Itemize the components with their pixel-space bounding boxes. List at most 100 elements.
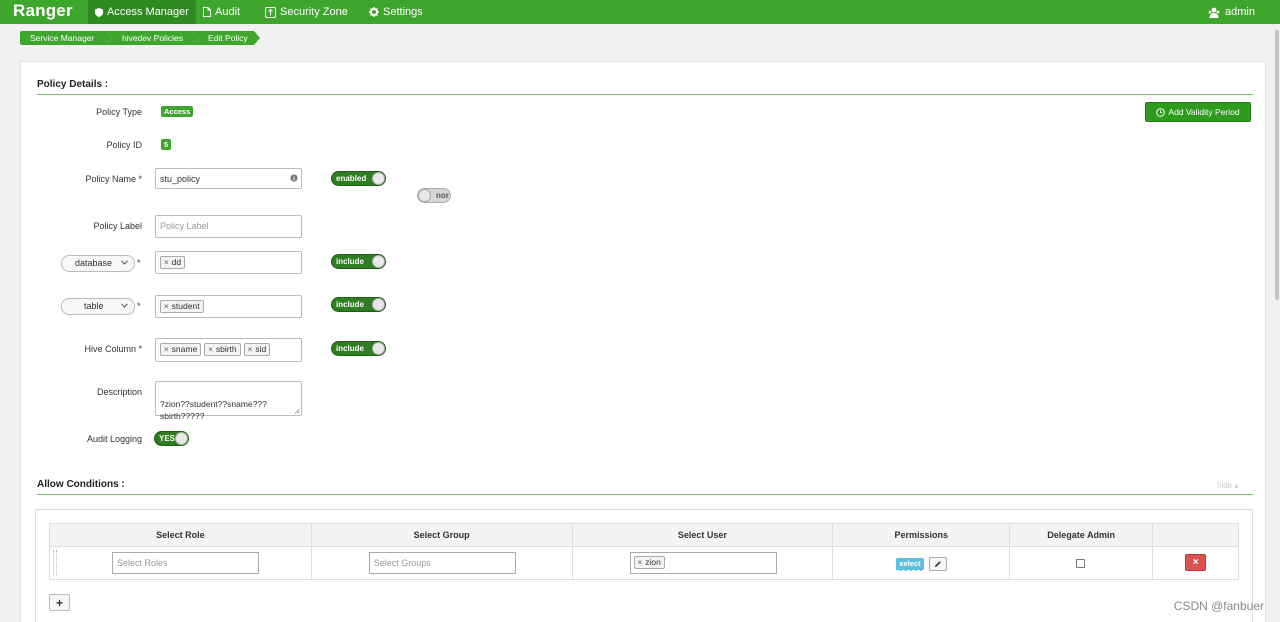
close-icon: × <box>1192 557 1199 568</box>
nav-audit-label: Audit <box>215 6 241 18</box>
nav-settings[interactable]: Settings <box>362 0 430 24</box>
policy-id-label: Policy ID <box>106 140 142 150</box>
caret-up-icon: ▴ <box>1234 481 1239 490</box>
cell-user: × zion <box>571 546 834 580</box>
description-textarea[interactable]: ?zion??student??sname??? sbirth????? <box>155 381 302 421</box>
zone-icon <box>265 6 276 18</box>
cell-actions: × <box>1152 546 1239 580</box>
policy-enabled-toggle[interactable]: enabled <box>331 171 386 186</box>
hide-link-text: hide <box>1217 481 1233 490</box>
nav-settings-label: Settings <box>383 6 423 18</box>
policy-label-placeholder: Policy Label <box>160 221 209 231</box>
resize-handle-icon[interactable] <box>294 408 300 414</box>
remove-tag-icon[interactable]: × <box>164 302 169 311</box>
required-mark: * <box>137 258 141 268</box>
tag-chip[interactable]: × sid <box>243 343 271 356</box>
hive-column-tag-input[interactable]: × sname × sbirth × sid <box>155 338 302 362</box>
policy-details-divider <box>37 94 1253 95</box>
remove-tag-icon[interactable]: × <box>208 345 213 354</box>
tag-chip[interactable]: × dd <box>160 256 186 269</box>
policy-name-value: stu_policy <box>160 174 201 184</box>
tag-value: student <box>171 301 200 311</box>
tag-value: dd <box>171 257 182 267</box>
pencil-icon <box>935 561 942 567</box>
tag-chip[interactable]: × zion <box>633 556 665 569</box>
toggle-knob <box>372 255 385 268</box>
remove-tag-icon[interactable]: × <box>638 558 643 567</box>
breadcrumb-policies[interactable]: hivedev Policies <box>106 31 199 45</box>
select-users-input[interactable]: × zion <box>629 552 777 574</box>
resource-type-select-table[interactable]: table <box>61 298 135 315</box>
info-icon[interactable] <box>290 174 298 182</box>
add-condition-button[interactable]: + <box>49 594 70 611</box>
policy-form-panel: Policy Details : Policy Type Access Add … <box>20 61 1266 622</box>
required-mark: * <box>137 301 141 311</box>
database-tag-input[interactable]: × dd <box>155 251 302 274</box>
clock-icon <box>1156 107 1166 117</box>
tag-value: zion <box>645 557 661 567</box>
edit-permissions-button[interactable] <box>929 557 948 571</box>
shield-icon <box>95 7 103 17</box>
col-select-role: Select Role <box>49 523 312 547</box>
add-validity-period-button[interactable]: Add Validity Period <box>1145 102 1251 122</box>
select-roles-placeholder: Select Roles <box>117 558 168 568</box>
audit-logging-toggle[interactable]: YES <box>154 431 189 446</box>
breadcrumb: Service Manager hivedev Policies Edit Po… <box>20 31 260 45</box>
policy-type-label: Policy Type <box>96 107 142 117</box>
file-icon <box>203 7 211 17</box>
database-include-toggle[interactable]: include <box>331 254 386 269</box>
allow-conditions-title: Allow Conditions : <box>37 479 125 490</box>
permission-badge[interactable]: select <box>896 558 924 571</box>
chevron-down-icon <box>121 303 128 308</box>
hive-column-label: Hive Column * <box>84 344 142 354</box>
page-scrollbar[interactable] <box>1274 24 1280 622</box>
col-select-group: Select Group <box>310 523 573 547</box>
tag-chip[interactable]: × sbirth <box>204 343 241 356</box>
nav-access-manager[interactable]: Access Manager <box>88 0 196 24</box>
cell-role: Select Roles <box>49 546 312 580</box>
user-name: admin <box>1225 6 1255 18</box>
tag-value: sname <box>171 344 198 354</box>
toggle-knob <box>372 172 385 185</box>
cell-delegate-admin <box>1009 546 1154 580</box>
brand-logo[interactable]: Ranger <box>13 1 73 21</box>
allow-conditions-table: Select Role Select Group Select User Per… <box>49 523 1239 580</box>
tag-chip[interactable]: × sname <box>160 343 202 356</box>
tag-value: sid <box>255 344 267 354</box>
remove-tag-icon[interactable]: × <box>164 258 169 267</box>
policy-label-label: Policy Label <box>93 221 142 231</box>
table-header-row: Select Role Select Group Select User Per… <box>49 523 1239 547</box>
remove-tag-icon[interactable]: × <box>164 345 169 354</box>
remove-tag-icon[interactable]: × <box>248 345 253 354</box>
audit-logging-text: YES <box>159 434 176 443</box>
policy-label-input[interactable]: Policy Label <box>155 215 302 238</box>
policy-enabled-text: enabled <box>336 174 367 183</box>
policy-name-input[interactable]: stu_policy <box>155 168 302 189</box>
table-include-toggle[interactable]: include <box>331 297 386 312</box>
nav-audit[interactable]: Audit <box>196 0 247 24</box>
select-groups-input[interactable]: Select Groups <box>368 552 516 574</box>
hide-conditions-link[interactable]: hide ▴ <box>1217 481 1238 490</box>
hive-column-include-text: include <box>336 344 365 353</box>
tag-value: sbirth <box>215 344 237 354</box>
table-include-text: include <box>336 300 365 309</box>
table-tag-input[interactable]: × student <box>155 295 302 318</box>
tag-chip[interactable]: × student <box>160 300 204 313</box>
delegate-admin-checkbox[interactable] <box>1076 559 1086 568</box>
breadcrumb-edit-policy: Edit Policy <box>193 31 260 45</box>
drag-handle-icon[interactable] <box>53 550 57 576</box>
policy-override-toggle[interactable]: nor <box>417 188 451 203</box>
nav-security-zone-label: Security Zone <box>280 6 348 18</box>
delete-row-button[interactable]: × <box>1185 554 1207 571</box>
col-select-user: Select User <box>571 523 834 547</box>
policy-name-label: Policy Name * <box>85 174 142 184</box>
select-roles-input[interactable]: Select Roles <box>112 552 259 574</box>
policy-id-badge: 5 <box>161 139 172 150</box>
breadcrumb-service-manager[interactable]: Service Manager <box>20 31 112 45</box>
nav-security-zone[interactable]: Security Zone <box>258 0 355 24</box>
user-menu[interactable]: admin <box>1208 0 1255 24</box>
col-delegate-admin: Delegate Admin <box>1009 523 1154 547</box>
hive-column-include-toggle[interactable]: include <box>331 341 386 356</box>
scrollbar-thumb[interactable] <box>1275 30 1279 300</box>
resource-type-select-database[interactable]: database <box>61 255 135 272</box>
